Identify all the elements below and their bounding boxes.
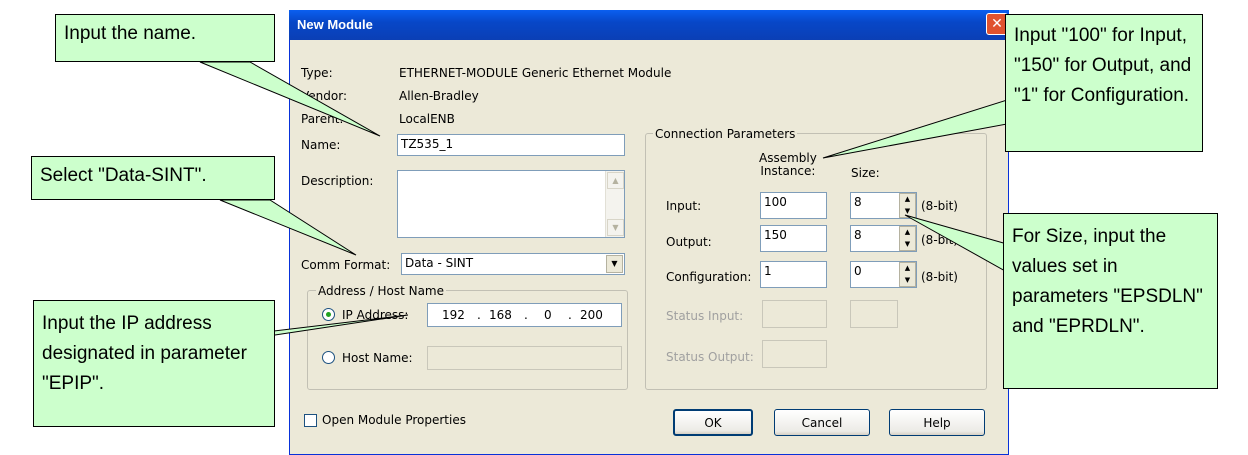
callout-pointer-name xyxy=(199,61,381,137)
callout-pointer-assembly xyxy=(822,99,1008,159)
callout-name: Input the name. xyxy=(55,14,275,62)
callout-ip: Input the IP address designated in param… xyxy=(33,300,275,427)
callout-size: For Size, input the values set in parame… xyxy=(1003,213,1218,389)
callout-format: Select "Data-SINT". xyxy=(31,156,275,200)
callout-pointer-size xyxy=(904,214,1008,273)
callout-assembly: Input "100" for Input, "150" for Output,… xyxy=(1005,14,1203,152)
callout-pointer-format xyxy=(219,199,357,256)
